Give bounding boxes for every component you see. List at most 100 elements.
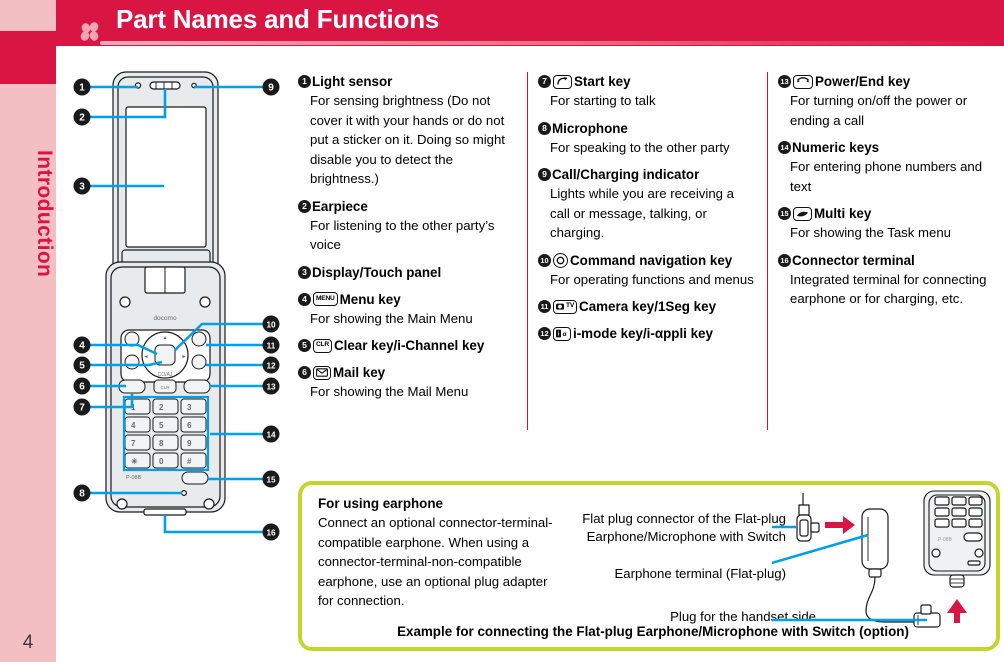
entry-title: Call/Charging indicator [552,167,700,182]
description-entry: 9 Call/Charging indicator Lights while you… [538,165,756,243]
entry-title: Mail key [333,365,386,380]
entry-heading: 4 MENU Menu key [298,290,516,309]
description-entry: 10 Command navigation key For operating fu… [538,251,756,290]
entry-heading: 15 Multi key [778,204,1000,223]
description-entry: 7 Start key For starting to talk [538,72,756,111]
callout-number-badge: 14 [778,141,791,154]
svg-text:2: 2 [159,403,164,412]
sidebar-accent-block [0,31,56,84]
entry-title: Display/Touch panel [312,264,442,280]
description-entry: 5 CLR Clear key/i-Channel key [298,336,516,355]
column-1: 1 Light sensor For sensing brightness (Do … [298,72,516,410]
clear-key-icon: CLR [313,338,332,353]
label-earphone-terminal: Earphone terminal (Flat-plug) [614,566,786,581]
entry-heading: 16 Connector terminal [778,251,1000,270]
description-entry: 15 Multi key For showing the Task menu [778,204,1000,243]
svg-text:►: ► [182,354,187,360]
column-divider-2 [767,72,768,430]
handset-bottom-art: P-08B [923,490,991,623]
entry-heading: 14 Numeric keys [778,138,1000,157]
entry-title: Connector terminal [792,252,915,268]
entry-title: Light sensor [312,74,393,89]
entry-body: For entering phone numbers and text [790,159,983,194]
svg-text:11: 11 [267,341,276,350]
chapter-label: Introduction [33,150,56,278]
entry-body: For listening to the other party’s voice [310,217,495,253]
svg-text:4: 4 [79,340,85,351]
flat-plug-connector-art [796,493,820,542]
svg-text:P-08B: P-08B [938,537,953,543]
entry-body: For starting to talk [550,93,656,108]
callout-number-badge: 12 [538,327,551,340]
page-title: Part Names and Functions [116,4,440,34]
entry-heading: 2 Earpiece [298,197,516,216]
entry-title: i-mode key/i-αppli key [573,326,713,341]
entry-title: Numeric keys [792,140,880,155]
svg-text:6: 6 [79,381,85,392]
callout-number-badge: 6 [298,366,311,379]
earphone-caption: Example for connecting the Flat-plug Ear… [397,624,909,639]
multi-key-icon [793,206,812,221]
svg-text:#: # [187,457,192,466]
entry-body: Lights while you are receiving a call or… [550,186,734,240]
description-entry: 1 Light sensor For sensing brightness (Do … [298,72,516,189]
column-divider-1 [527,72,528,430]
earphone-connection-illustration: .el{stroke:#00a0e9;stroke-width:2.6;fill… [772,490,991,628]
callout-number-badge: 11 [538,300,551,313]
svg-text:◄: ◄ [144,354,149,360]
page-header-banner: Part Names and Functions [56,0,1004,46]
model-text: P-08B [126,475,142,481]
entry-heading: 5 CLR Clear key/i-Channel key [298,336,516,355]
entry-body: For sensing brightness (Do not cover it … [310,93,505,186]
start-key-icon [553,74,572,89]
earphone-callout-box: For using earphone Connect an optional c… [298,481,1000,651]
entry-title: Earpiece [312,198,368,214]
entry-body: For showing the Task menu [790,225,952,240]
entry-body: For operating functions and menus [550,271,754,287]
description-entry: 14 Numeric keys For entering phone numbers… [778,138,1000,196]
entry-heading: 1 Light sensor [298,72,516,91]
entry-body: For showing the Mail Menu [310,384,469,399]
entry-title: Multi key [814,206,872,221]
callout-number-badge: 1 [298,75,311,88]
description-entry: 3 Display/Touch panel [298,263,516,282]
description-entry: 12 i α i-mode key/i-αppli key [538,324,756,343]
svg-text:5: 5 [159,421,164,430]
callout-number-badge: 13 [778,75,791,88]
svg-text:14: 14 [266,430,276,439]
svg-text:8: 8 [79,488,85,499]
description-entry: 6 Mail key For showing the Mail Menu [298,363,516,402]
description-entry: 16 Connector terminal Integrated terminal … [778,251,1000,309]
svg-text:12: 12 [266,361,276,370]
svg-text:CLR: CLR [161,385,170,390]
phone-diagram-svg: .ln{stroke:#00a0e9;stroke-width:2.6;fill… [73,71,280,541]
phone-lower-body: docomo ▲ CO/AJ ◄ ► CLR 1 2 3 4 5 6 7 8 9… [105,261,226,516]
callout-number-badge: 10 [538,253,551,267]
entry-title: Clear key/i-Channel key [333,338,485,353]
svg-text:15: 15 [266,475,276,484]
entry-heading: 8 Microphone [538,119,756,138]
entry-heading: 7 Start key [538,72,756,91]
callout-number-badge: 16 [778,253,791,267]
entry-title: Menu key [339,291,401,307]
svg-text:6: 6 [187,421,192,430]
entry-title: Command navigation key [570,252,733,268]
header-underline [100,41,1004,45]
entry-heading: 3 Display/Touch panel [298,263,516,282]
svg-text:9: 9 [187,439,192,448]
entry-heading: 13 Power/End key [778,72,1000,91]
description-entry: 13 Power/End key For turning on/off the po… [778,72,1000,130]
entry-title: Microphone [552,120,628,136]
svg-text:16: 16 [266,528,276,537]
connect-arrow-icon [825,516,855,534]
entry-body: For turning on/off the power or ending a… [790,93,968,128]
entry-body: For speaking to the other party [550,139,730,155]
callout-number-badge: 9 [538,168,551,181]
entry-heading: 6 Mail key [298,363,516,382]
camera-key-icon: TV [553,299,578,314]
phone-diagram: .ln{stroke:#00a0e9;stroke-width:2.6;fill… [64,62,289,562]
entry-heading: 12 i α i-mode key/i-αppli key [538,324,756,343]
svg-text:7: 7 [79,402,85,413]
svg-text:1: 1 [79,82,85,93]
brand-text: docomo [153,315,177,322]
